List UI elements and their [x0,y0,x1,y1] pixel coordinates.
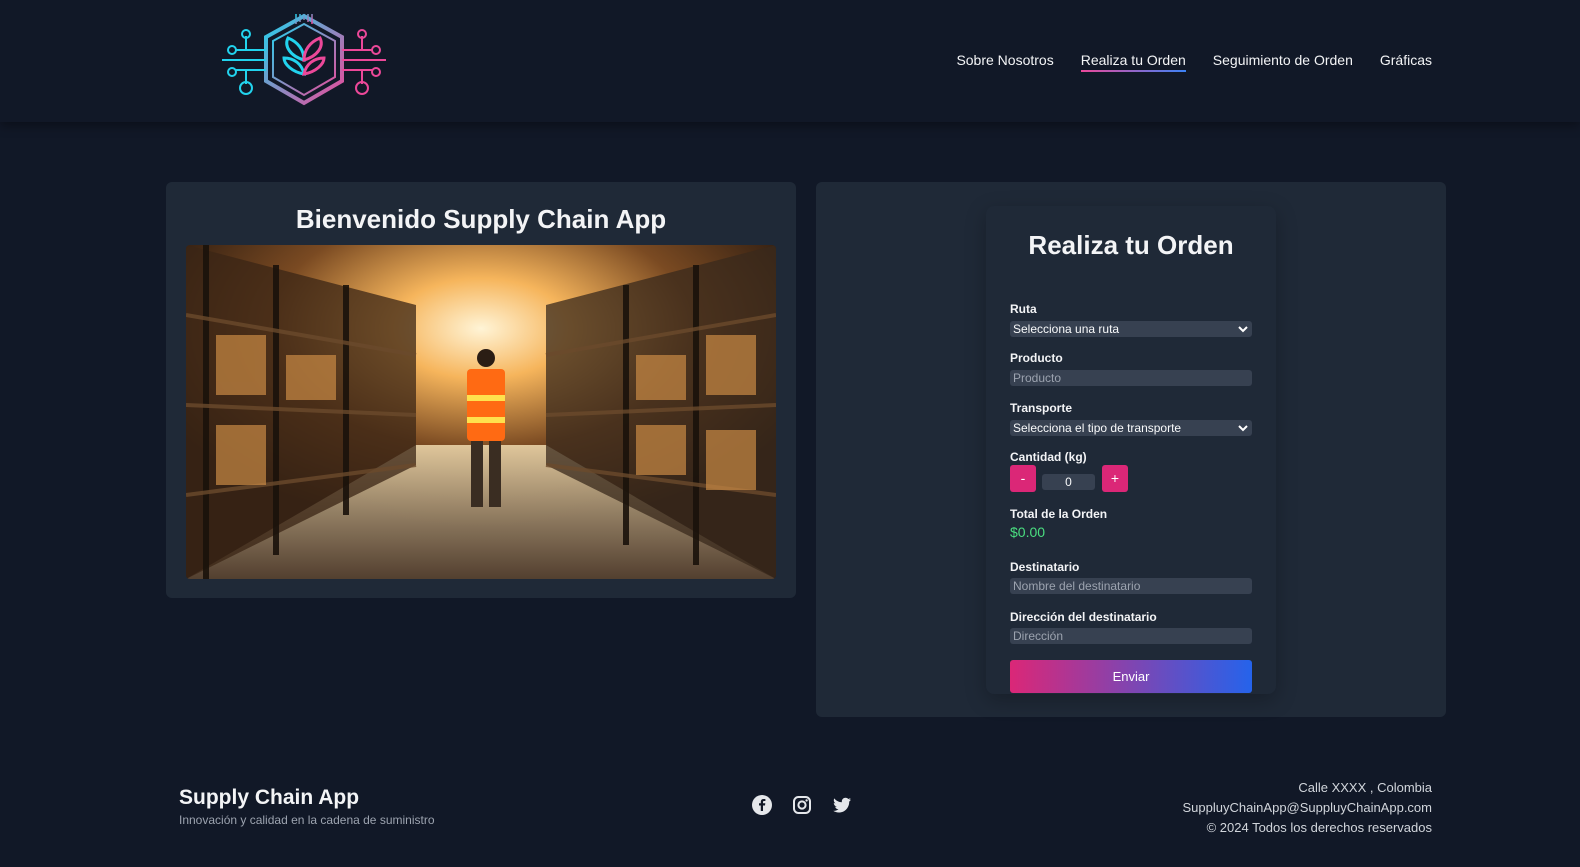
chevron-down-icon [1238,326,1248,333]
transporte-select-value: Selecciona el tipo de transporte [1013,421,1182,435]
quantity-decrement-button[interactable]: - [1010,465,1036,492]
footer-contact: Calle XXXX , Colombia SuppluyChainApp@Su… [1182,778,1432,838]
ruta-select[interactable]: Selecciona una ruta [1010,321,1252,337]
instagram-icon[interactable] [792,795,812,815]
order-form: Realiza tu Orden Ruta Selecciona una rut… [986,206,1276,694]
footer-email[interactable]: SuppluyChainApp@SuppluyChainApp.com [1182,798,1432,818]
welcome-title: Bienvenido Supply Chain App [295,204,667,234]
welcome-card: Bienvenido Supply Chain App [166,182,796,598]
total-value: $0.00 [1010,524,1046,540]
producto-input[interactable] [1010,370,1252,386]
footer-brand: Supply Chain App [179,786,360,809]
quantity-input[interactable] [1042,474,1095,490]
cantidad-label: Cantidad (kg) [1010,450,1087,464]
footer-copyright: © 2024 Todos los derechos reservados [1206,820,1432,835]
destinatario-input[interactable] [1010,578,1252,594]
producto-label: Producto [1010,351,1063,365]
direccion-label: Dirección del destinatario [1010,610,1157,624]
direccion-input[interactable] [1010,628,1252,644]
footer-address: Calle XXXX , Colombia [1298,780,1432,795]
chevron-down-icon [1238,425,1248,432]
order-card: Realiza tu Orden Ruta Selecciona una rut… [816,182,1446,717]
footer-tagline: Innovación y calidad en la cadena de sum… [179,813,435,827]
ruta-select-value: Selecciona una ruta [1013,322,1120,336]
nav-realiza-tu-orden[interactable]: Realiza tu Orden [1080,52,1186,72]
order-form-title: Realiza tu Orden [1028,230,1234,260]
twitter-icon[interactable] [832,795,852,815]
nav-graficas[interactable]: Gráficas [1380,52,1432,71]
enviar-button[interactable]: Enviar [1010,660,1252,693]
transporte-select[interactable]: Selecciona el tipo de transporte [1010,420,1252,436]
quantity-increment-button[interactable]: + [1102,465,1128,492]
nav-sobre-nosotros[interactable]: Sobre Nosotros [956,52,1053,71]
destinatario-label: Destinatario [1010,560,1080,574]
facebook-icon[interactable] [752,795,772,815]
ruta-label: Ruta [1010,302,1037,316]
circuit-leaf-logo-icon[interactable] [218,10,390,110]
site-header: Sobre Nosotros Realiza tu Orden Seguimie… [0,0,1580,122]
nav-seguimiento-de-orden[interactable]: Seguimiento de Orden [1213,52,1353,71]
transporte-label: Transporte [1010,401,1073,415]
total-label: Total de la Orden [1010,507,1108,521]
main-nav: Sobre Nosotros Realiza tu Orden Seguimie… [956,52,1432,72]
warehouse-worker-image [186,245,776,579]
social-links [752,795,852,815]
